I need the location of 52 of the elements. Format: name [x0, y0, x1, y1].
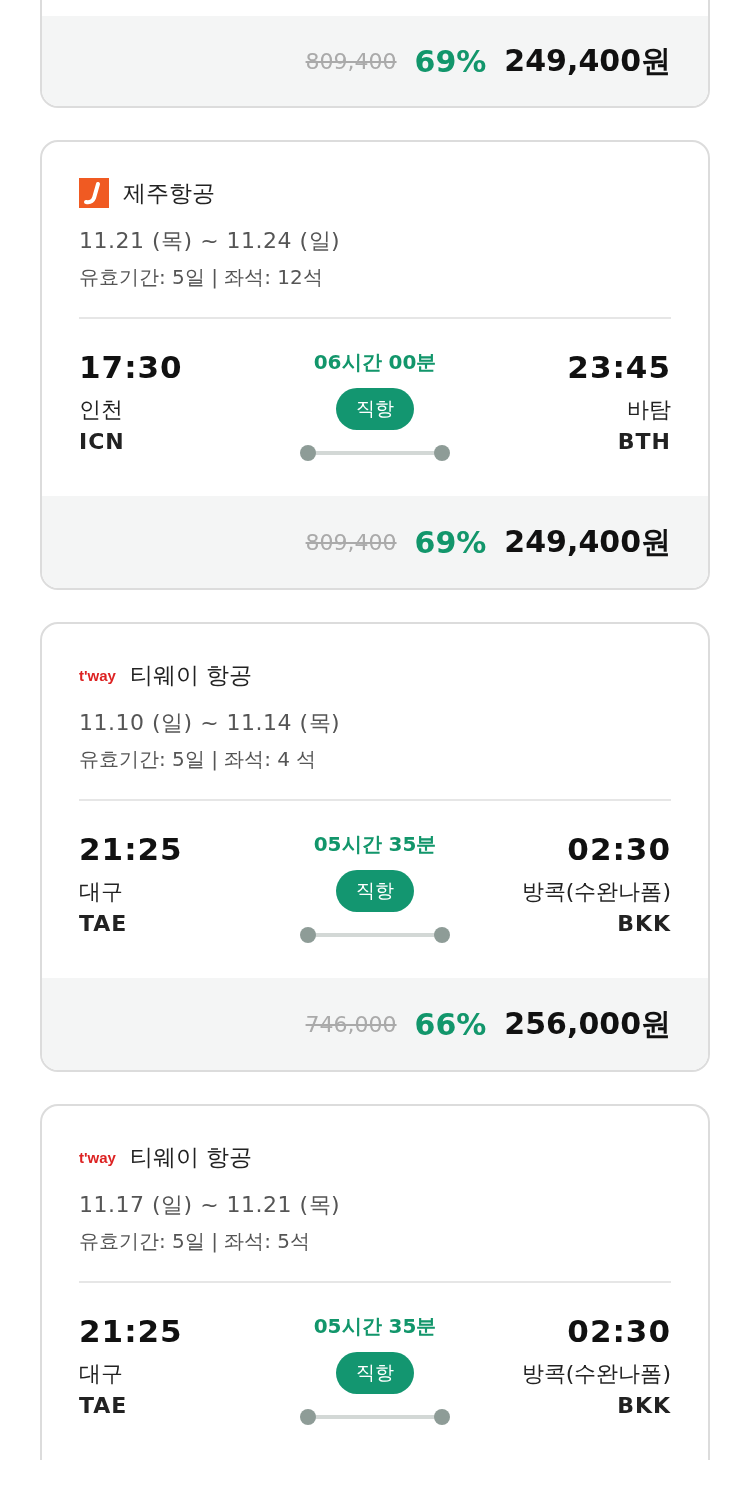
airline-logo: t'way: [79, 666, 116, 684]
original-price: 809,400: [305, 48, 397, 74]
departure-code: ICN: [79, 429, 125, 454]
validity-seats: 유효기간: 5일 | 좌석: 5석: [79, 1228, 671, 1255]
flight-duration: 05시간 35분: [313, 1313, 437, 1340]
original-price: 809,400: [305, 529, 397, 555]
validity-seats: 유효기간: 5일 | 좌석: 12석: [79, 264, 671, 291]
original-price: 746,000: [305, 1011, 397, 1037]
airline-name: 티웨이 항공: [129, 1142, 253, 1172]
flight-card[interactable]: t'way 티웨이 항공 11.10 (일) ~ 11.14 (목) 유효기간: 5일 | 좌석: 4 석 21:25 대구 TAE 05시간 35분 직항 02:30 방콕(수완나폼) BKK 746,000 66% 256,000원: [40, 622, 710, 1072]
arrival-city: 방콕(수완나폼): [521, 878, 671, 906]
sale-price: 249,400원: [504, 522, 671, 561]
departure-city: 대구: [79, 1360, 123, 1388]
flight-duration: 05시간 35분: [313, 831, 437, 858]
departure-time: 17:30: [79, 349, 183, 385]
arrival-code: BKK: [617, 1393, 671, 1418]
airline-logo: t'way: [79, 1148, 116, 1166]
flight-card[interactable]: 809,400 69% 249,400원: [40, 0, 710, 108]
arrival-time: 02:30: [567, 831, 671, 867]
direct-flight-badge: 직항: [336, 388, 414, 430]
arrival-time: 23:45: [567, 349, 671, 385]
route-line-icon: [300, 444, 450, 462]
direct-flight-badge: 직항: [336, 1352, 414, 1394]
route-line-icon: [300, 926, 450, 944]
departure-code: TAE: [79, 911, 128, 936]
departure-city: 대구: [79, 878, 123, 906]
travel-dates: 11.10 (일) ~ 11.14 (목): [79, 709, 342, 737]
airline-name: 제주항공: [123, 178, 215, 208]
departure-time: 21:25: [79, 831, 183, 867]
flight-card[interactable]: 제주항공 11.21 (목) ~ 11.24 (일) 유효기간: 5일 | 좌석: 12석 17:30 인천 ICN 06시간 00분 직항 23:45 바탐 BTH 809,400 69% 249,400원: [40, 140, 710, 590]
airline-name: 티웨이 항공: [129, 660, 253, 690]
arrival-time: 02:30: [567, 1313, 671, 1349]
discount-rate: 69%: [414, 43, 487, 79]
validity-seats: 유효기간: 5일 | 좌석: 4 석: [79, 746, 671, 773]
arrival-city: 방콕(수완나폼): [521, 1360, 671, 1388]
airline-logo-icon: [79, 178, 109, 208]
route-line-icon: [300, 1408, 450, 1426]
arrival-code: BTH: [617, 429, 671, 454]
flight-duration: 06시간 00분: [313, 349, 437, 376]
departure-city: 인천: [79, 396, 123, 424]
discount-rate: 66%: [414, 1006, 487, 1042]
sale-price: 249,400원: [504, 41, 671, 80]
departure-time: 21:25: [79, 1313, 183, 1349]
arrival-city: 바탐: [627, 396, 671, 424]
flight-card[interactable]: t'way 티웨이 항공 11.17 (일) ~ 11.21 (목) 유효기간: 5일 | 좌석: 5석 21:25 대구 TAE 05시간 35분 직항 02:30 방콕(수완나폼) BKK: [40, 1104, 710, 1460]
travel-dates: 11.21 (목) ~ 11.24 (일): [79, 227, 342, 255]
arrival-code: BKK: [617, 911, 671, 936]
sale-price: 256,000원: [504, 1004, 671, 1043]
direct-flight-badge: 직항: [336, 870, 414, 912]
departure-code: TAE: [79, 1393, 128, 1418]
discount-rate: 69%: [414, 524, 487, 560]
travel-dates: 11.17 (일) ~ 11.21 (목): [79, 1191, 342, 1219]
